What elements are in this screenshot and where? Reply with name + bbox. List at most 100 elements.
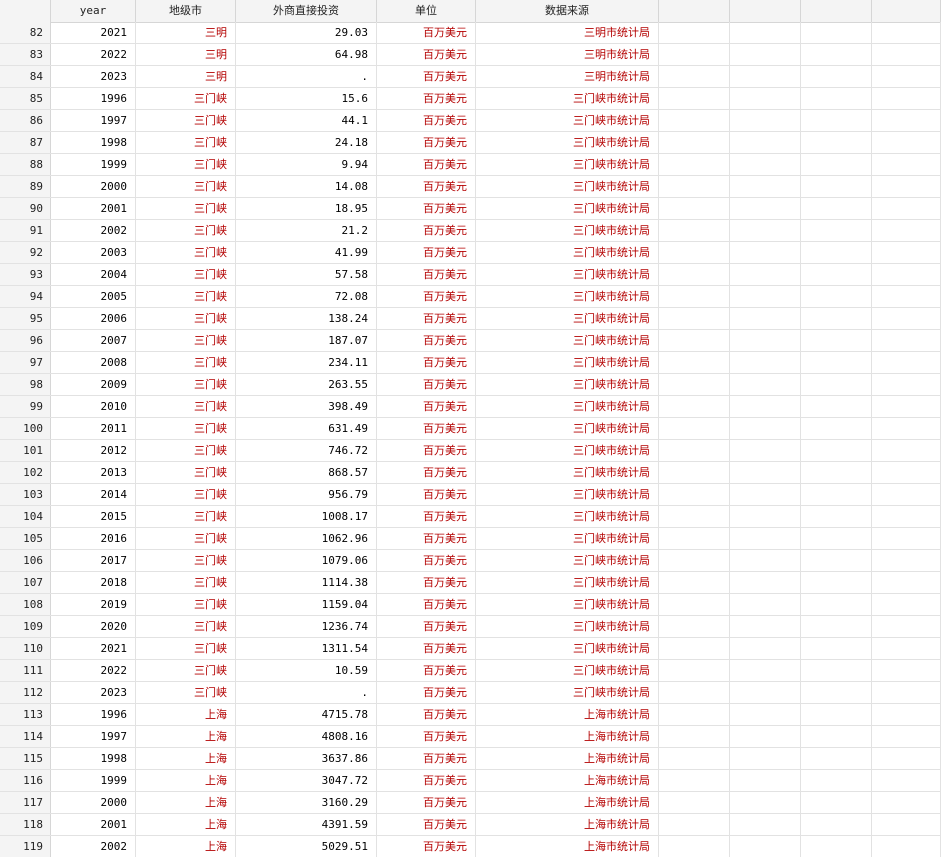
cell-empty[interactable] [801,308,872,329]
cell-empty[interactable] [730,682,801,703]
table-row[interactable]: 92 2003 三门峡 41.99 百万美元 三门峡市统计局 [0,242,941,264]
cell-fdi[interactable]: 631.49 [236,418,377,439]
cell-empty[interactable] [730,110,801,131]
cell-year[interactable]: 2015 [51,506,136,527]
cell-empty[interactable] [659,484,730,505]
table-row[interactable]: 115 1998 上海 3637.86 百万美元 上海市统计局 [0,748,941,770]
cell-source[interactable]: 上海市统计局 [476,814,659,835]
cell-city[interactable]: 三门峡 [136,242,236,263]
cell-source[interactable]: 三门峡市统计局 [476,418,659,439]
cell-city[interactable]: 上海 [136,704,236,725]
cell-empty[interactable] [872,154,941,175]
cell-empty[interactable] [872,814,941,835]
cell-year[interactable]: 2022 [51,660,136,681]
cell-year[interactable]: 2017 [51,550,136,571]
table-row[interactable]: 86 1997 三门峡 44.1 百万美元 三门峡市统计局 [0,110,941,132]
row-number[interactable]: 83 [0,44,51,65]
table-row[interactable]: 91 2002 三门峡 21.2 百万美元 三门峡市统计局 [0,220,941,242]
cell-empty[interactable] [872,110,941,131]
table-row[interactable]: 108 2019 三门峡 1159.04 百万美元 三门峡市统计局 [0,594,941,616]
cell-empty[interactable] [730,88,801,109]
table-row[interactable]: 100 2011 三门峡 631.49 百万美元 三门峡市统计局 [0,418,941,440]
cell-source[interactable]: 上海市统计局 [476,792,659,813]
cell-empty[interactable] [730,22,801,43]
cell-city[interactable]: 三门峡 [136,198,236,219]
row-number[interactable]: 91 [0,220,51,241]
cell-unit[interactable]: 百万美元 [377,176,476,197]
cell-city[interactable]: 三门峡 [136,220,236,241]
cell-unit[interactable]: 百万美元 [377,792,476,813]
table-row[interactable]: 99 2010 三门峡 398.49 百万美元 三门峡市统计局 [0,396,941,418]
table-row[interactable]: 93 2004 三门峡 57.58 百万美元 三门峡市统计局 [0,264,941,286]
cell-source[interactable]: 三门峡市统计局 [476,440,659,461]
cell-year[interactable]: 1998 [51,132,136,153]
cell-unit[interactable]: 百万美元 [377,242,476,263]
cell-city[interactable]: 上海 [136,770,236,791]
table-row[interactable]: 105 2016 三门峡 1062.96 百万美元 三门峡市统计局 [0,528,941,550]
column-header-unit[interactable]: 单位 [377,0,476,22]
cell-city[interactable]: 三门峡 [136,308,236,329]
cell-empty[interactable] [801,352,872,373]
cell-fdi[interactable]: 14.08 [236,176,377,197]
cell-empty[interactable] [801,418,872,439]
table-row[interactable]: 85 1996 三门峡 15.6 百万美元 三门峡市统计局 [0,88,941,110]
table-row[interactable]: 87 1998 三门峡 24.18 百万美元 三门峡市统计局 [0,132,941,154]
cell-empty[interactable] [659,396,730,417]
cell-empty[interactable] [872,242,941,263]
cell-empty[interactable] [801,836,872,857]
cell-year[interactable]: 1997 [51,726,136,747]
row-number[interactable]: 100 [0,418,51,439]
cell-empty[interactable] [872,286,941,307]
cell-source[interactable]: 三门峡市统计局 [476,638,659,659]
row-number[interactable]: 89 [0,176,51,197]
cell-empty[interactable] [801,154,872,175]
cell-unit[interactable]: 百万美元 [377,638,476,659]
cell-source[interactable]: 三门峡市统计局 [476,374,659,395]
cell-empty[interactable] [872,616,941,637]
cell-empty[interactable] [659,638,730,659]
cell-empty[interactable] [801,594,872,615]
table-row[interactable]: 106 2017 三门峡 1079.06 百万美元 三门峡市统计局 [0,550,941,572]
cell-empty[interactable] [730,572,801,593]
row-number[interactable]: 115 [0,748,51,769]
cell-year[interactable]: 2008 [51,352,136,373]
cell-fdi[interactable]: 1114.38 [236,572,377,593]
cell-city[interactable]: 上海 [136,792,236,813]
row-number[interactable]: 112 [0,682,51,703]
cell-source[interactable]: 三门峡市统计局 [476,154,659,175]
cell-source[interactable]: 三门峡市统计局 [476,528,659,549]
cell-empty[interactable] [730,836,801,857]
cell-empty[interactable] [659,814,730,835]
cell-source[interactable]: 上海市统计局 [476,748,659,769]
cell-source[interactable]: 三门峡市统计局 [476,506,659,527]
cell-unit[interactable]: 百万美元 [377,330,476,351]
cell-source[interactable]: 三门峡市统计局 [476,572,659,593]
table-row[interactable]: 97 2008 三门峡 234.11 百万美元 三门峡市统计局 [0,352,941,374]
row-number[interactable]: 94 [0,286,51,307]
cell-empty[interactable] [730,198,801,219]
cell-year[interactable]: 2002 [51,220,136,241]
cell-city[interactable]: 三门峡 [136,572,236,593]
cell-fdi[interactable]: 138.24 [236,308,377,329]
cell-empty[interactable] [801,132,872,153]
cell-empty[interactable] [872,550,941,571]
cell-unit[interactable]: 百万美元 [377,308,476,329]
column-header-empty[interactable] [730,0,801,22]
row-number[interactable]: 117 [0,792,51,813]
cell-empty[interactable] [659,594,730,615]
cell-year[interactable]: 2009 [51,374,136,395]
cell-fdi[interactable]: 3160.29 [236,792,377,813]
cell-empty[interactable] [801,770,872,791]
cell-empty[interactable] [659,792,730,813]
cell-fdi[interactable]: 57.58 [236,264,377,285]
table-row[interactable]: 110 2021 三门峡 1311.54 百万美元 三门峡市统计局 [0,638,941,660]
cell-unit[interactable]: 百万美元 [377,286,476,307]
table-row[interactable]: 107 2018 三门峡 1114.38 百万美元 三门峡市统计局 [0,572,941,594]
cell-empty[interactable] [659,682,730,703]
row-number[interactable]: 87 [0,132,51,153]
cell-unit[interactable]: 百万美元 [377,22,476,43]
row-number[interactable]: 114 [0,726,51,747]
cell-city[interactable]: 三门峡 [136,330,236,351]
cell-empty[interactable] [872,22,941,43]
cell-empty[interactable] [730,726,801,747]
